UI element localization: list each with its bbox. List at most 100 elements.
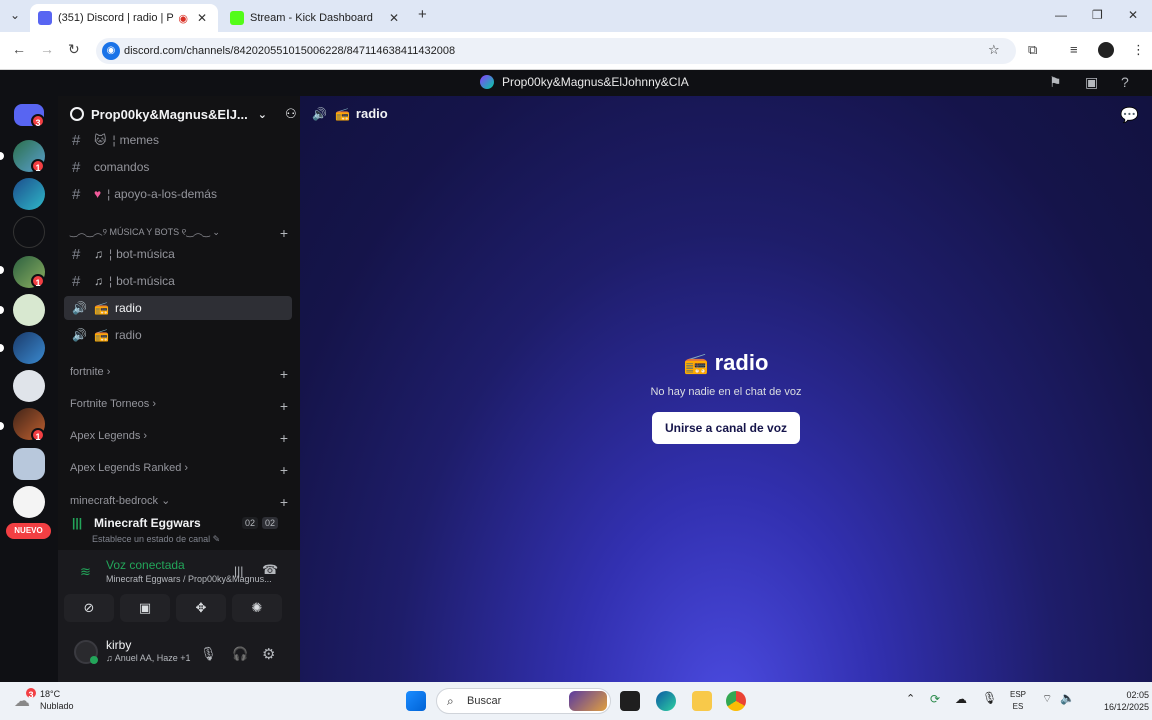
back-icon[interactable]: ←: [12, 41, 26, 57]
add-member-icon[interactable]: ⚇: [285, 106, 297, 122]
soundboard-button[interactable]: ✺: [232, 594, 282, 622]
activities-icon: ✥: [195, 600, 207, 615]
radio-emoji-icon: 📻: [94, 328, 109, 342]
category-fortnite[interactable]: fortnite › +: [70, 366, 288, 382]
forward-icon[interactable]: →: [40, 41, 54, 57]
extensions-icon[interactable]: ⧉: [1028, 42, 1037, 58]
clock[interactable]: 02:05 16/12/2025: [1104, 689, 1149, 713]
channel-status-hint[interactable]: Establece un estado de canal ✎: [92, 534, 220, 545]
unread-pill: [0, 344, 4, 352]
new-badge: NUEVO: [6, 523, 51, 539]
site-info-icon[interactable]: ◉: [102, 42, 120, 60]
voice-location[interactable]: Minecraft Eggwars / Prop00ky&Magnus...: [106, 574, 281, 584]
recording-icon: ◉: [178, 12, 188, 25]
edge-browser-icon[interactable]: [656, 691, 676, 711]
server-folder-icon[interactable]: [13, 448, 45, 480]
screen-share-button[interactable]: ▣: [120, 594, 170, 622]
server-icon[interactable]: [13, 294, 45, 326]
add-channel-icon[interactable]: +: [280, 430, 288, 446]
server-badge: 1: [31, 159, 45, 173]
channel-radio-selected[interactable]: 🔊 📻 radio: [64, 296, 292, 320]
disconnect-icon[interactable]: ☎: [262, 562, 278, 578]
menu-dots-icon[interactable]: ⋮: [1132, 42, 1145, 58]
signal-icon[interactable]: ≋: [80, 564, 91, 580]
add-channel-icon[interactable]: +: [280, 225, 288, 241]
server-icon[interactable]: [13, 178, 45, 210]
server-icon[interactable]: [13, 216, 45, 248]
wifi-icon[interactable]: ⌔: [1042, 692, 1052, 706]
windows-start-icon[interactable]: [406, 691, 426, 711]
channel-bot-musica[interactable]: # ♫ ¦ bot-música: [64, 242, 292, 266]
task-view-icon[interactable]: [620, 691, 640, 711]
dm-badge: 3: [31, 114, 45, 128]
user-limit: 02: [262, 517, 279, 529]
cloud-icon[interactable]: ☁: [955, 692, 967, 706]
chevron-down-icon: ⌄: [257, 108, 267, 121]
tab-search-icon[interactable]: ⌄: [10, 8, 20, 22]
channel-apoyo[interactable]: # ♥ ¦ apoyo-a-los-demás: [64, 182, 292, 206]
server-badge: 1: [31, 428, 45, 442]
channel-header: 🔊 📻 radio: [312, 106, 388, 121]
bookmark-star-icon[interactable]: ☆: [988, 42, 1000, 58]
headphones-icon[interactable]: 🎧: [232, 646, 248, 662]
server-icon[interactable]: [13, 370, 45, 402]
tab-discord[interactable]: (351) Discord | radio | P ◉ ✕: [30, 4, 218, 32]
weather-widget[interactable]: 18°C Nublado: [40, 688, 74, 712]
music-note-icon: ♫: [94, 274, 103, 288]
new-tab-icon[interactable]: +: [418, 6, 427, 23]
minimize-icon[interactable]: —: [1055, 8, 1067, 22]
channel-bot-musica[interactable]: # ♫ ¦ bot-música: [64, 269, 292, 293]
category-fortnite-torneos[interactable]: Fortnite Torneos › +: [70, 398, 288, 414]
voice-channel-minecraft-eggwars[interactable]: ||| Minecraft Eggwars 02 02: [64, 511, 292, 535]
category-apex-ranked[interactable]: Apex Legends Ranked › +: [70, 462, 288, 478]
flag-icon[interactable]: ⚑: [1049, 74, 1062, 91]
chat-bubble-icon[interactable]: 💬: [1120, 106, 1139, 124]
search-icon: ⌕: [447, 694, 454, 708]
server-icon[interactable]: [13, 332, 45, 364]
media-controls-icon[interactable]: ≡: [1070, 42, 1078, 57]
add-channel-icon[interactable]: +: [280, 494, 288, 510]
empty-voice-state: 📻 radio No hay nadie en el chat de voz U…: [300, 350, 1152, 444]
sync-icon[interactable]: ⟳: [930, 692, 940, 706]
join-voice-button[interactable]: Unirse a canal de voz: [651, 412, 801, 444]
volume-icon[interactable]: 🔈: [1060, 691, 1075, 705]
maximize-icon[interactable]: ❐: [1092, 8, 1103, 22]
noise-suppression-icon[interactable]: |||: [234, 564, 243, 578]
microphone-icon[interactable]: 🎙: [200, 646, 217, 662]
channel-radio[interactable]: 🔊 📻 radio: [64, 323, 292, 347]
radio-emoji-icon: 📻: [683, 353, 709, 375]
add-channel-icon[interactable]: +: [280, 398, 288, 414]
language-indicator[interactable]: ESP ES: [1010, 689, 1026, 713]
activities-button[interactable]: ✥: [176, 594, 226, 622]
url-input[interactable]: ◉ discord.com/channels/84202055101500622…: [96, 38, 1016, 64]
inbox-icon[interactable]: ▣: [1085, 74, 1098, 91]
add-channel-icon[interactable]: +: [280, 462, 288, 478]
profile-avatar[interactable]: [1098, 42, 1114, 58]
category-music[interactable]: ‿︵‿︵୨ MÚSICA Y BOTS ୧‿︵‿ ⌄ +: [70, 225, 288, 241]
category-apex[interactable]: Apex Legends › +: [70, 430, 288, 446]
channel-memes[interactable]: # 🐱 ¦ memes: [64, 128, 292, 152]
server-icon[interactable]: [13, 486, 45, 518]
file-explorer-icon[interactable]: [692, 691, 712, 711]
settings-gear-icon[interactable]: ⚙: [262, 645, 275, 663]
category-minecraft[interactable]: minecraft-bedrock ⌄ +: [70, 494, 288, 510]
reload-icon[interactable]: ↻: [68, 41, 80, 58]
chevron-up-icon[interactable]: ⌃: [906, 692, 915, 705]
username[interactable]: kirby: [106, 638, 131, 652]
close-tab-icon[interactable]: ✕: [386, 11, 402, 25]
guild-icon: [70, 107, 84, 121]
close-window-icon[interactable]: ✕: [1128, 8, 1138, 22]
user-activity: ♫ Anuel AA, Haze +1: [106, 653, 191, 663]
chrome-browser-icon[interactable]: [726, 691, 746, 711]
tab-kick[interactable]: Stream - Kick Dashboard ✕: [222, 4, 410, 32]
camera-off-button[interactable]: ⊘: [64, 594, 114, 622]
taskbar-search[interactable]: ⌕ Buscar: [436, 688, 611, 714]
guild-header[interactable]: Prop00ky&Magnus&ElJ... ⌄ ⚇: [58, 96, 300, 132]
server-badge: 1: [31, 274, 45, 288]
add-channel-icon[interactable]: +: [280, 366, 288, 382]
channel-sidebar: Prop00ky&Magnus&ElJ... ⌄ ⚇ # 🐱 ¦ memes #…: [58, 96, 300, 682]
help-icon[interactable]: ?: [1121, 74, 1129, 90]
microphone-icon[interactable]: 🎙: [982, 691, 997, 705]
channel-comandos[interactable]: # comandos: [64, 155, 292, 179]
close-tab-icon[interactable]: ✕: [194, 11, 210, 25]
